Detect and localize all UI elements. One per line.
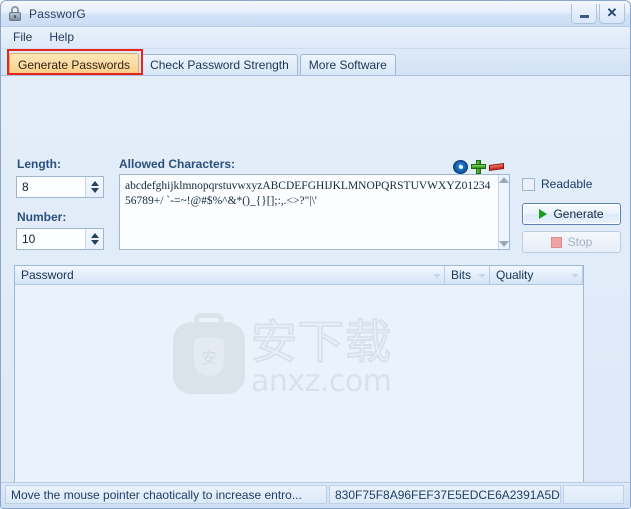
menu-item-file[interactable]: File [9,29,41,46]
watermark-logo: 安 安下载 anxz.com [173,313,392,399]
tab-check-password-strength[interactable]: Check Password Strength [141,54,298,75]
readable-checkbox[interactable] [522,177,535,191]
watermark-badge-icon: 安 [173,313,245,394]
add-plus-icon[interactable] [471,159,486,174]
allowed-characters-field[interactable]: abcdefghijklmnopqrstuvwxyzABCDEFGHIJKLMN… [119,174,510,250]
column-header-bits[interactable]: Bits [445,266,490,285]
minimize-icon [579,14,589,18]
application-window: PassworG ✕ File Help Generate Passwords … [0,0,631,509]
readable-label: Readable [541,177,593,191]
padlock-icon [7,5,23,22]
allowed-characters-label: Allowed Characters: [119,157,236,171]
title-bar: PassworG ✕ [1,1,630,27]
column-header-quality[interactable]: Quality [490,266,583,285]
gear-icon[interactable] [453,159,468,174]
watermark-text-block: 安下载 anxz.com [250,315,392,399]
column-header-password[interactable]: Password [15,266,445,285]
readable-checkbox-row[interactable]: Readable [522,177,592,191]
watermark-url-text: anxz.com [251,364,392,399]
stop-button[interactable]: Stop [522,231,621,253]
password-list[interactable]: Password Bits Quality 安 安下载 anxz.com [14,265,584,508]
chevron-down-icon[interactable] [90,188,99,193]
remove-minus-icon[interactable] [489,160,504,174]
status-bar: Move the mouse pointer chaotically to in… [1,482,630,508]
length-value[interactable]: 8 [17,180,85,194]
chevron-down-icon[interactable] [90,240,99,245]
length-stepper-arrows[interactable] [85,177,103,197]
window-title: PassworG [29,6,86,21]
generate-button[interactable]: Generate [522,203,621,225]
close-button[interactable]: ✕ [599,3,625,24]
tab-generate-passwords[interactable]: Generate Passwords [9,53,140,75]
watermark-badge-glyph: 安 [194,338,224,376]
allowed-characters-value[interactable]: abcdefghijklmnopqrstuvwxyzABCDEFGHIJKLMN… [120,175,498,249]
status-spacer [563,484,624,504]
status-entropy-hex: 830F75F8A96FEF37E5EDCE6A2391A5D7 [329,484,561,504]
allowed-characters-scrollbar[interactable] [498,175,509,249]
status-message: Move the mouse pointer chaotically to in… [5,484,327,504]
scroll-up-icon[interactable] [499,177,509,183]
length-stepper[interactable]: 8 [16,176,104,198]
number-label: Number: [17,210,67,224]
charset-icon-toolbar [453,159,510,174]
menu-bar: File Help [1,27,630,49]
number-stepper-arrows[interactable] [85,229,103,249]
chevron-up-icon[interactable] [90,233,99,238]
tab-strip: Generate Passwords Check Password Streng… [1,49,630,75]
menu-item-help[interactable]: Help [45,29,83,46]
length-label: Length: [17,157,61,171]
number-value[interactable]: 10 [17,232,85,246]
minimize-button[interactable] [571,3,597,24]
stop-icon [550,236,562,248]
tab-more-software[interactable]: More Software [299,54,396,75]
chevron-up-icon[interactable] [90,181,99,186]
play-icon [539,209,548,219]
generate-button-label: Generate [553,207,604,221]
scroll-down-icon[interactable] [499,241,509,247]
watermark-cn-text: 安下载 [250,315,392,369]
client-area: Length: 8 Number: 10 Allowed Characters:… [1,75,630,508]
number-stepper[interactable]: 10 [16,228,104,250]
list-header-row: Password Bits Quality [15,266,583,285]
stop-button-label: Stop [567,235,593,249]
list-body[interactable]: 安 安下载 anxz.com [15,285,583,508]
